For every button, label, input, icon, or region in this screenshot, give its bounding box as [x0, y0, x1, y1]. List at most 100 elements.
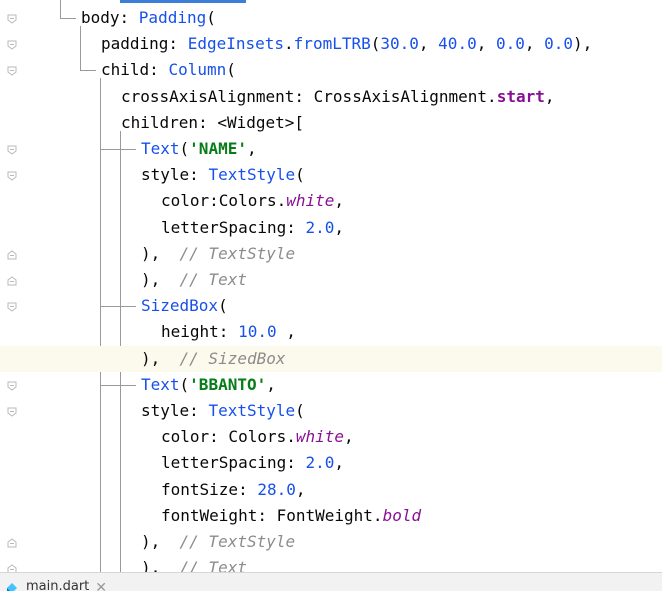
code-token: 10.0: [238, 322, 277, 342]
code-line[interactable]: letterSpacing: 2.0,: [0, 215, 662, 241]
code-line[interactable]: body: Padding(: [0, 5, 662, 31]
code-text: ), // SizedBox: [141, 346, 286, 372]
close-icon[interactable]: ✕: [95, 580, 107, 591]
code-token: // Text: [179, 270, 247, 289]
code-line[interactable]: ), // Text: [0, 267, 662, 293]
code-token: ),: [141, 348, 180, 368]
code-token: letterSpacing:: [161, 453, 306, 473]
tab-label: main.dart: [26, 579, 90, 591]
code-token: ,: [266, 374, 276, 394]
code-token: start: [496, 86, 545, 106]
code-token: (: [370, 34, 381, 54]
code-text: SizedBox(: [141, 293, 228, 319]
code-text: style: TextStyle(: [141, 162, 305, 188]
code-token: Padding: [138, 8, 207, 27]
code-line[interactable]: ), // Text: [0, 555, 662, 572]
code-token: 40.0: [438, 34, 477, 54]
tab-main-dart[interactable]: main.dart ✕: [4, 579, 107, 591]
code-token: // TextStyle: [179, 243, 296, 263]
code-text: ), // TextStyle: [141, 529, 295, 555]
code-token: (: [206, 8, 216, 27]
code-line[interactable]: color: Colors.white,: [0, 424, 662, 450]
code-line[interactable]: child: Column(: [0, 57, 662, 83]
code-token: .: [284, 34, 294, 54]
code-token: color: Colors.: [161, 427, 296, 447]
code-token: white: [295, 427, 345, 447]
code-line[interactable]: children: <Widget>[: [0, 110, 662, 136]
code-token: style:: [141, 165, 209, 185]
code-text: fontSize: 28.0,: [161, 477, 306, 503]
code-line[interactable]: ), // SizedBox: [0, 345, 662, 372]
code-text: letterSpacing: 2.0,: [161, 215, 344, 241]
code-token: 2.0: [305, 453, 335, 473]
code-line[interactable]: letterSpacing: 2.0,: [0, 450, 662, 476]
code-token: ,: [476, 34, 496, 54]
code-token: // TextStyle: [179, 532, 296, 551]
code-token: letterSpacing:: [161, 217, 306, 237]
code-text: Text('BBANTO',: [141, 372, 276, 398]
code-token: ,: [544, 86, 555, 106]
code-text: ), // TextStyle: [141, 241, 295, 267]
code-token: ,: [246, 139, 257, 158]
code-line[interactable]: fontWeight: FontWeight.bold: [0, 503, 662, 529]
code-text: children: <Widget>[: [121, 110, 304, 136]
code-line[interactable]: fontSize: 28.0,: [0, 477, 662, 503]
code-token: fromLTRB: [293, 34, 371, 54]
code-token: ,: [524, 34, 545, 54]
code-token: 30.0: [380, 34, 419, 54]
code-token: ,: [334, 217, 345, 237]
code-editor[interactable]: body: Padding(padding: EdgeInsets.fromLT…: [0, 0, 662, 572]
code-text: body: Padding(: [81, 5, 216, 31]
code-text: letterSpacing: 2.0,: [161, 450, 344, 476]
code-token: SizedBox: [141, 296, 219, 316]
code-line[interactable]: style: TextStyle(: [0, 162, 662, 188]
code-token: ),: [141, 270, 180, 289]
scroll-indicator: [120, 0, 246, 3]
code-token: TextStyle: [208, 401, 296, 420]
code-token: 0.0: [495, 34, 525, 54]
code-text: height: 10.0 ,: [161, 319, 296, 345]
code-text: color: Colors.white,: [161, 424, 354, 450]
code-token: // Text: [179, 558, 247, 572]
code-line[interactable]: ), // TextStyle: [0, 241, 662, 267]
code-token: 2.0: [305, 217, 335, 237]
code-line[interactable]: style: TextStyle(: [0, 398, 662, 424]
code-line[interactable]: crossAxisAlignment: CrossAxisAlignment.s…: [0, 84, 662, 110]
code-line[interactable]: ), // TextStyle: [0, 529, 662, 555]
code-text: fontWeight: FontWeight.bold: [161, 503, 421, 529]
code-text: Text('NAME',: [141, 136, 257, 162]
code-text: padding: EdgeInsets.fromLTRB(30.0, 40.0,…: [101, 31, 592, 57]
code-token: ),: [141, 532, 180, 551]
code-line[interactable]: color:Colors.white,: [0, 188, 662, 214]
code-token: ),: [573, 34, 593, 54]
code-token: ,: [334, 191, 345, 211]
code-token: fontWeight: FontWeight.: [161, 505, 383, 525]
code-token: padding:: [101, 34, 188, 54]
code-token: (: [295, 165, 305, 185]
editor-tab-bar: main.dart ✕: [0, 572, 662, 591]
code-token: (: [295, 401, 305, 420]
code-token: (: [179, 374, 190, 394]
code-token: ,: [344, 427, 354, 447]
code-text: ), // Text: [141, 267, 247, 293]
code-token: 'NAME': [189, 139, 247, 158]
code-token: Text: [141, 139, 180, 158]
code-token: child:: [101, 60, 169, 80]
code-text: ), // Text: [141, 555, 247, 572]
code-token: // SizedBox: [179, 348, 286, 368]
code-token: CrossAxisAlignment.: [313, 86, 497, 106]
code-token: (: [218, 296, 228, 316]
code-line[interactable]: Text('NAME',: [0, 136, 662, 162]
code-token: 0.0: [544, 34, 574, 54]
code-token: ,: [276, 322, 296, 342]
code-line[interactable]: height: 10.0 ,: [0, 319, 662, 345]
code-token: body:: [81, 8, 139, 27]
code-line[interactable]: Text('BBANTO',: [0, 372, 662, 398]
code-line[interactable]: padding: EdgeInsets.fromLTRB(30.0, 40.0,…: [0, 31, 662, 57]
code-text: crossAxisAlignment: CrossAxisAlignment.s…: [121, 84, 555, 110]
code-token: (: [226, 60, 236, 80]
code-token: white: [286, 191, 335, 211]
code-line[interactable]: SizedBox(: [0, 293, 662, 319]
code-token: fontSize:: [161, 479, 258, 499]
code-token: (: [179, 139, 190, 158]
